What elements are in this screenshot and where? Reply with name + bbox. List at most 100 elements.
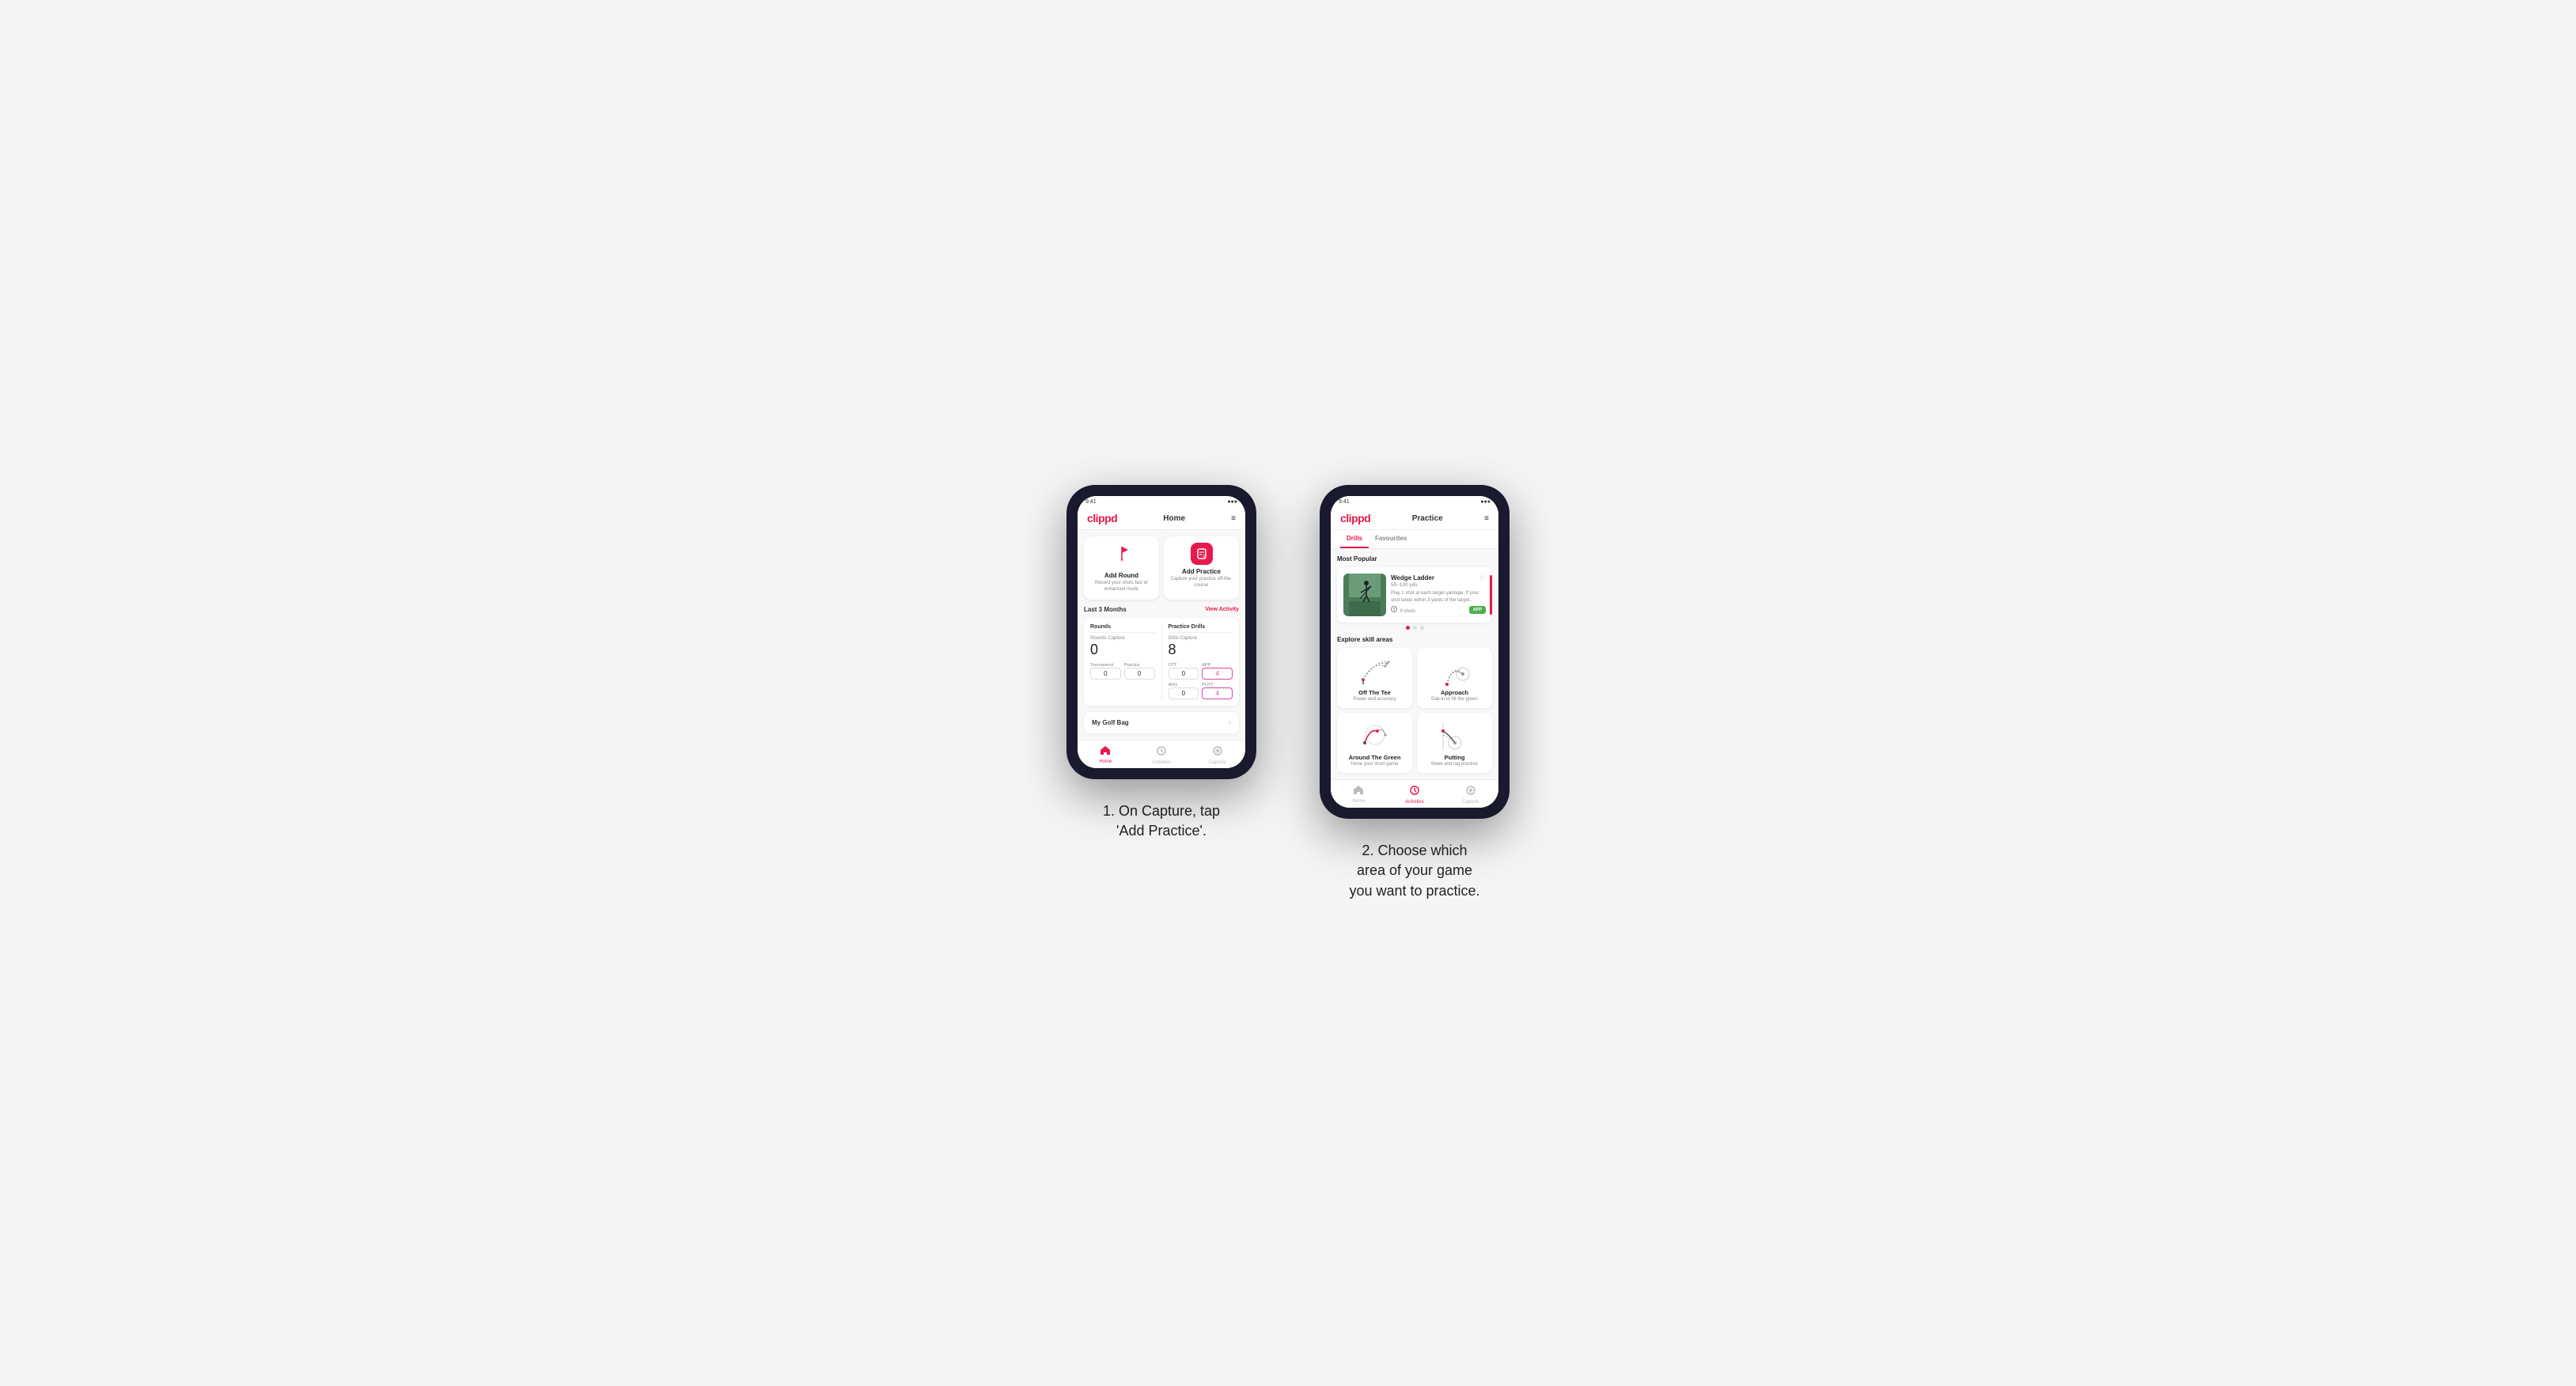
arg-stat: ARG 0: [1169, 683, 1199, 699]
featured-yards: 50–100 yds: [1391, 582, 1486, 588]
featured-desc: Play 1 shot at each target yardage. If y…: [1391, 590, 1486, 604]
featured-footer: 9 shots APP: [1391, 606, 1486, 614]
golf-bag-row[interactable]: My Golf Bag ›: [1084, 712, 1239, 733]
app-stat: APP 4: [1202, 663, 1233, 680]
nav-capture-2[interactable]: Capture: [1442, 785, 1498, 805]
star-icon[interactable]: ☆: [1479, 574, 1486, 582]
rounds-mini-stats: Tournament 0 Practice 0: [1090, 663, 1155, 680]
caption-2: 2. Choose whicharea of your gameyou want…: [1349, 841, 1479, 901]
add-round-icon-wrap: [1111, 543, 1133, 569]
bottom-nav-1: Home Activities Capture: [1078, 740, 1245, 768]
practice-stat: Practice 0: [1124, 663, 1155, 680]
logo-1: clippd: [1087, 512, 1117, 524]
nav-capture-1[interactable]: Capture: [1189, 745, 1245, 765]
ott-stat: OTT 0: [1169, 663, 1199, 680]
menu-icon-1[interactable]: ≡: [1231, 514, 1236, 523]
add-round-title: Add Round: [1104, 572, 1138, 579]
app-badge: APP: [1469, 606, 1486, 614]
add-round-card[interactable]: Add Round Record your shots fast or enha…: [1084, 536, 1159, 600]
dot-1: [1406, 626, 1410, 630]
home-nav-icon-2: [1353, 785, 1364, 797]
ott-label: OTT: [1169, 663, 1199, 668]
arg-value: 0: [1169, 687, 1199, 699]
tab-drills[interactable]: Drills: [1340, 530, 1369, 548]
header-title-1: Home: [1163, 514, 1185, 523]
add-practice-card[interactable]: Add Practice Capture your practice off-t…: [1164, 536, 1239, 600]
activities-nav-label-2: Activities: [1405, 800, 1424, 805]
putting-svg: [1435, 719, 1475, 751]
view-activity-link[interactable]: View Activity: [1205, 607, 1239, 612]
activities-nav-icon-2: [1409, 785, 1420, 798]
stats-row: Rounds Rounds Capture 0 Tournament 0: [1090, 624, 1233, 699]
accent-bar: [1490, 575, 1492, 615]
tab-favourites[interactable]: Favourites: [1369, 530, 1413, 548]
featured-title: Wedge Ladder: [1391, 574, 1434, 581]
approach-svg: [1435, 654, 1475, 686]
around-the-green-icon: [1355, 719, 1395, 751]
dot-3: [1420, 626, 1424, 630]
activities-nav-label: Activities: [1152, 760, 1171, 765]
header-title-2: Practice: [1412, 514, 1443, 523]
home-nav-label-2: Home: [1352, 799, 1365, 804]
ott-value: 0: [1169, 668, 1199, 680]
status-bar-2: 9:41 ●●●: [1331, 496, 1498, 507]
phone-1-block: 9:41 ●●● clippd Home ≡: [1066, 485, 1256, 841]
action-cards-row: Add Round Record your shots fast or enha…: [1084, 536, 1239, 600]
nav-home-2[interactable]: Home: [1331, 785, 1387, 805]
carousel-dots: [1337, 626, 1492, 630]
nav-home-1[interactable]: Home: [1078, 745, 1134, 765]
logo-2: clippd: [1340, 512, 1370, 524]
putt-value: 4: [1202, 687, 1233, 699]
nav-activities-2[interactable]: Activities: [1387, 785, 1443, 805]
golf-bag-chevron: ›: [1229, 718, 1231, 727]
arg-label: ARG: [1169, 683, 1199, 687]
phone-1: 9:41 ●●● clippd Home ≡: [1066, 485, 1256, 779]
phones-container: 9:41 ●●● clippd Home ≡: [1066, 485, 1510, 901]
rounds-title: Rounds: [1090, 624, 1155, 633]
approach-sub: Dial-in to hit the green: [1431, 697, 1478, 702]
approach-icon: [1435, 654, 1475, 686]
practice-icon: [1195, 547, 1208, 560]
off-the-tee-icon: [1355, 654, 1395, 686]
add-practice-title: Add Practice: [1182, 568, 1221, 575]
skill-card-off-the-tee[interactable]: Off The Tee Power and accuracy: [1337, 648, 1412, 708]
home-nav-label: Home: [1099, 759, 1112, 764]
phone-1-screen: 9:41 ●●● clippd Home ≡: [1078, 496, 1245, 768]
app-value: 4: [1202, 668, 1233, 680]
around-the-green-svg: [1355, 719, 1395, 751]
drills-capture-value: 8: [1169, 642, 1233, 658]
off-the-tee-name: Off The Tee: [1358, 689, 1391, 696]
home-nav-icon: [1100, 745, 1111, 758]
featured-info: Wedge Ladder ☆ 50–100 yds Play 1 shot at…: [1391, 574, 1486, 616]
status-bar-1: 9:41 ●●●: [1078, 496, 1245, 507]
putting-sub: Make and lag practice: [1431, 762, 1478, 767]
golfer-image: [1349, 574, 1381, 616]
skill-card-putting[interactable]: Putting Make and lag practice: [1417, 713, 1492, 773]
skill-grid: Off The Tee Power and accuracy: [1337, 648, 1492, 773]
capture-nav-label: Capture: [1209, 760, 1225, 765]
phone1-content: Add Round Record your shots fast or enha…: [1078, 530, 1245, 740]
last-months-header: Last 3 Months View Activity: [1084, 606, 1239, 613]
capture-nav-icon-2: [1465, 785, 1476, 798]
stats-divider: [1161, 624, 1162, 699]
capture-nav-icon: [1212, 745, 1223, 759]
status-icons-2: ●●●: [1480, 499, 1491, 505]
clock-icon: [1391, 606, 1397, 612]
skill-card-approach[interactable]: Approach Dial-in to hit the green: [1417, 648, 1492, 708]
around-the-green-name: Around The Green: [1349, 754, 1401, 761]
practice-value: 0: [1124, 668, 1155, 680]
shots-label: 9 shots: [1391, 606, 1415, 614]
drills-mini-stats: OTT 0 APP 4 ARG 0: [1169, 663, 1233, 699]
putting-name: Putting: [1445, 754, 1465, 761]
approach-name: Approach: [1441, 689, 1468, 696]
off-the-tee-sub: Power and accuracy: [1353, 697, 1396, 702]
putt-label: PUTT: [1202, 683, 1233, 687]
flag-icon: [1111, 543, 1133, 565]
explore-title: Explore skill areas: [1337, 636, 1492, 643]
skill-card-around-the-green[interactable]: Around The Green Hone your short game: [1337, 713, 1412, 773]
featured-card[interactable]: Wedge Ladder ☆ 50–100 yds Play 1 shot at…: [1337, 567, 1492, 623]
menu-icon-2[interactable]: ≡: [1484, 514, 1489, 523]
off-the-tee-svg: [1355, 654, 1395, 686]
nav-activities-1[interactable]: Activities: [1134, 745, 1190, 765]
tournament-value: 0: [1090, 668, 1121, 680]
